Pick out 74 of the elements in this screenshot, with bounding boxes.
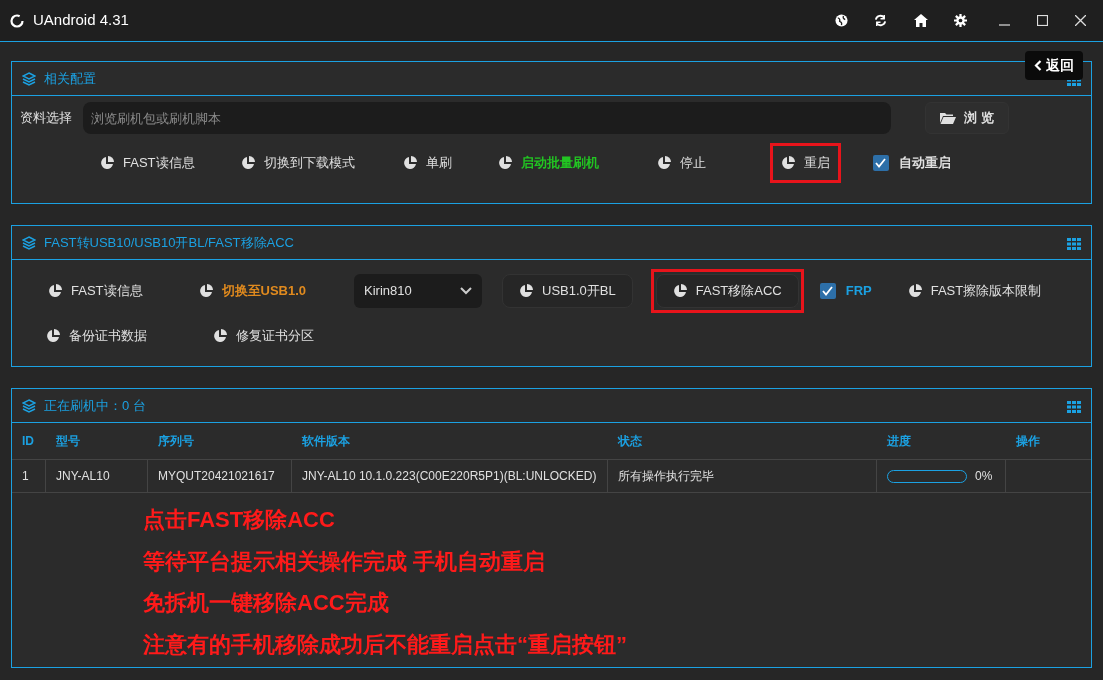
checkbox-label: 自动重启 xyxy=(898,154,951,173)
model-dropdown[interactable]: Kirin810 xyxy=(354,274,483,308)
action-button[interactable]: USB1.0开BL xyxy=(502,274,633,308)
table-cell: JNY-AL10 10.1.0.223(C00E220R5P1)(BL:UNLOCKED) xyxy=(292,460,608,493)
folder-icon xyxy=(940,112,956,124)
checkbox-label: FRP xyxy=(845,282,872,301)
pie-chart-icon xyxy=(907,284,922,298)
annotation-text: 免拆机一键移除ACC完成 xyxy=(143,589,390,618)
action-button[interactable]: 重启 xyxy=(774,148,836,178)
pie-chart-icon xyxy=(46,329,60,343)
browse-button[interactable]: 浏 览 xyxy=(925,102,1009,134)
checkbox-box[interactable] xyxy=(819,283,836,299)
pie-chart-icon xyxy=(198,284,213,298)
layers-icon xyxy=(22,398,36,413)
column-header: 操作 xyxy=(1006,423,1091,460)
pie-chart-icon xyxy=(240,156,255,170)
layers-icon xyxy=(22,71,36,86)
action-button[interactable]: FAST读信息 xyxy=(96,148,199,178)
settings-icon[interactable] xyxy=(954,14,967,27)
globe-icon[interactable] xyxy=(835,14,848,27)
annotation-text: 点击FAST移除ACC xyxy=(143,506,336,535)
action-button[interactable]: 修复证书分区 xyxy=(209,321,318,351)
action-button[interactable]: FAST擦除版本限制 xyxy=(903,276,1046,306)
annotation-text: 注意有的手机移除成功后不能重启点击“重启按钮” xyxy=(143,630,628,659)
column-header: 状态 xyxy=(608,423,877,460)
checkbox[interactable]: FRP xyxy=(815,276,876,306)
pie-chart-icon xyxy=(656,156,671,170)
action-button[interactable]: FAST移除ACC xyxy=(655,274,799,308)
action-button[interactable]: 启动批量刷机 xyxy=(493,148,603,178)
table-cell: JNY-AL10 xyxy=(46,460,148,493)
grid-icon xyxy=(1067,401,1081,413)
table-cell: 所有操作执行完毕 xyxy=(608,460,877,493)
field-label: 资料选择 xyxy=(20,109,73,128)
pie-chart-icon xyxy=(100,156,114,170)
table-cell: 1 xyxy=(12,460,46,493)
action-button[interactable]: 停止 xyxy=(652,148,710,178)
grid-icon xyxy=(1067,238,1081,250)
progress-text: 0% xyxy=(975,468,993,485)
close-icon[interactable] xyxy=(1075,15,1086,26)
column-header: 型号 xyxy=(46,423,148,460)
column-header: 进度 xyxy=(877,423,1006,460)
refresh-icon[interactable] xyxy=(874,14,887,27)
pie-chart-icon xyxy=(48,284,62,298)
panel-title: FAST转USB10/USB10开BL/FAST移除ACC xyxy=(44,233,294,252)
action-button[interactable]: FAST读信息 xyxy=(44,276,147,306)
table-cell: MYQUT20421021617 xyxy=(148,460,292,493)
chevron-left-icon xyxy=(1034,60,1042,71)
action-button[interactable]: 单刷 xyxy=(398,148,456,178)
action-button[interactable]: 备份证书数据 xyxy=(42,321,151,351)
pie-chart-icon xyxy=(497,156,512,170)
back-button[interactable]: 返回 xyxy=(1025,51,1083,80)
window-title: UAndroid 4.31 xyxy=(33,10,129,31)
layers-icon xyxy=(22,235,36,250)
dropdown-value: Kirin810 xyxy=(364,282,412,301)
pie-chart-icon xyxy=(519,284,534,298)
checkbox[interactable]: 自动重启 xyxy=(868,148,955,178)
app-logo-icon xyxy=(10,13,24,28)
home-icon[interactable] xyxy=(914,14,928,27)
panel-title: 相关配置 xyxy=(44,69,96,88)
panel-title: 正在刷机中：0 台 xyxy=(44,396,146,415)
column-header: 软件版本 xyxy=(292,423,608,460)
file-path-field[interactable]: 浏览刷机包或刷机脚本 xyxy=(83,102,891,134)
pie-chart-icon xyxy=(213,329,227,343)
action-button[interactable]: 切换到下载模式 xyxy=(236,148,359,178)
maximize-icon[interactable] xyxy=(1037,15,1048,26)
annotation-text: 等待平台提示相关操作完成 手机自动重启 xyxy=(143,547,547,576)
pie-chart-icon xyxy=(780,156,795,170)
pie-chart-icon xyxy=(672,284,687,298)
column-header: 序列号 xyxy=(148,423,292,460)
column-header: ID xyxy=(12,423,46,460)
checkbox-box[interactable] xyxy=(872,155,889,171)
chevron-down-icon xyxy=(460,287,473,295)
action-button[interactable]: 切换至USB1.0 xyxy=(194,276,311,306)
pie-chart-icon xyxy=(402,156,417,170)
